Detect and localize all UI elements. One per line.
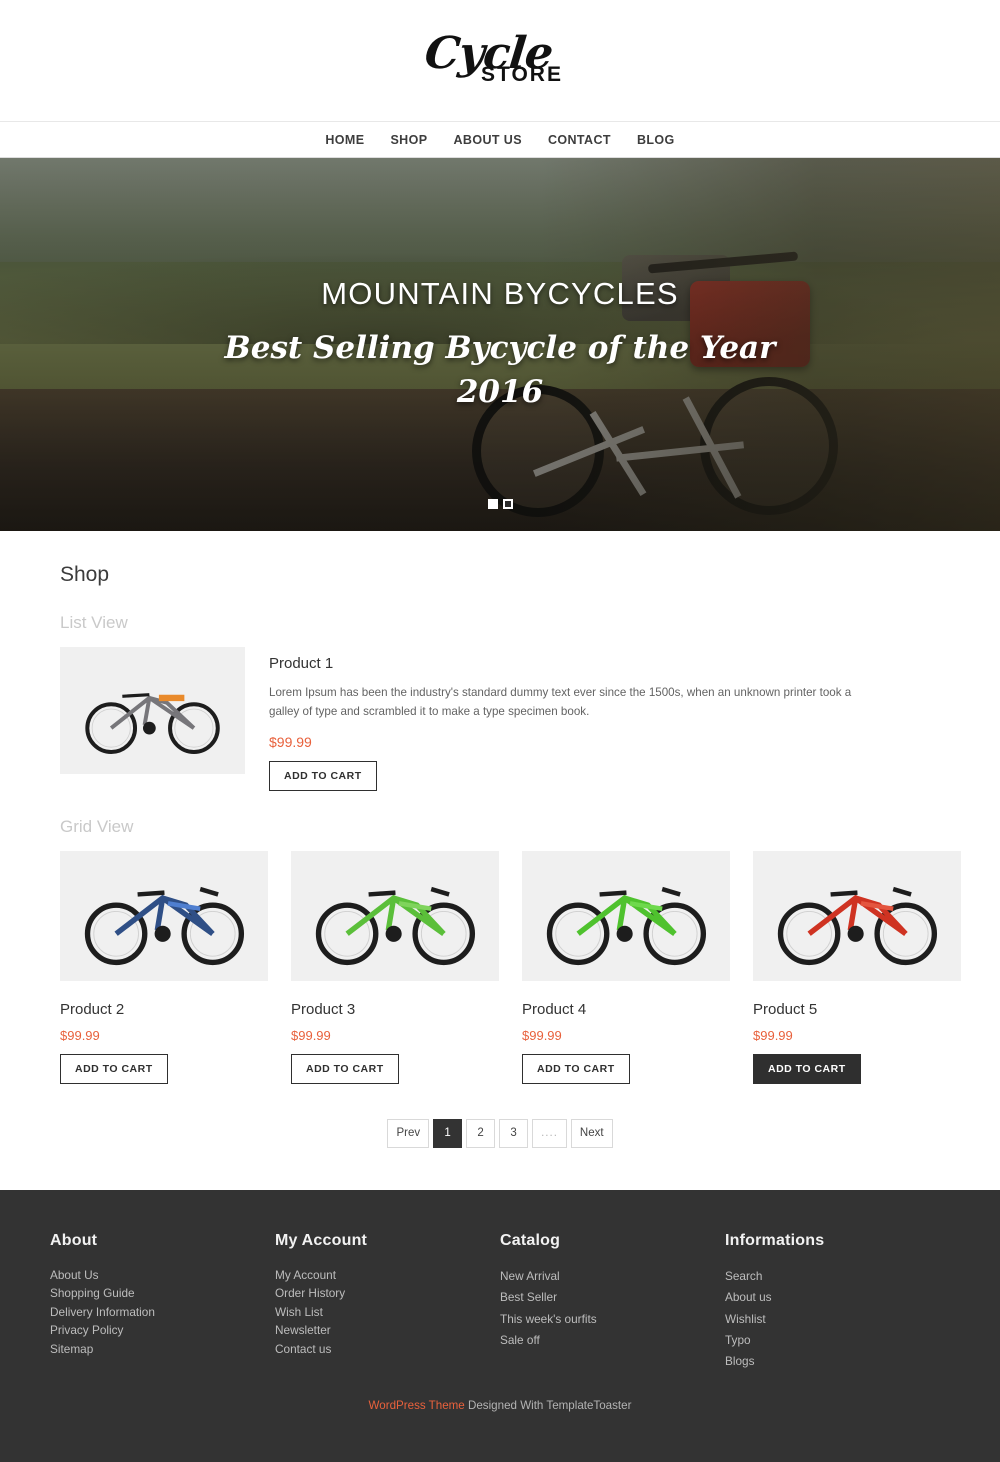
pagination-ellipsis[interactable]: .... — [532, 1118, 567, 1148]
wordpress-theme-link[interactable]: WordPress Theme — [369, 1399, 465, 1412]
shop-section: Shop List View Product 1 Lorem Ipsum has… — [0, 531, 1000, 1148]
carousel-dot-1[interactable] — [487, 499, 498, 509]
grid-view-products: Product 2 $99.99 ADD TO CART Product 3 $99.9… — [60, 850, 961, 1084]
product-price: $99.99 — [753, 1027, 793, 1043]
product-details: Product 1 Lorem Ipsum has been the indus… — [269, 647, 940, 791]
pagination-1[interactable]: 1 — [433, 1118, 463, 1148]
footer-link[interactable]: Best Seller — [500, 1287, 725, 1308]
site-logo[interactable]: Cycle STORE — [422, 28, 575, 92]
footer-link[interactable]: Newsletter — [275, 1321, 500, 1340]
product-image-thumbnail[interactable] — [753, 850, 961, 981]
footer-link[interactable]: This week's ourfits — [500, 1309, 725, 1330]
footer-credit-text: Designed With TemplateToaster — [464, 1398, 632, 1412]
site-footer: About About Us Shopping Guide Delivery Info… — [0, 1189, 1000, 1462]
hero-title: MOUNTAIN BYCYCLES — [321, 276, 679, 311]
footer-link[interactable]: Blogs — [725, 1351, 950, 1372]
product-card: Product 4 $99.99 ADD TO CART — [522, 850, 730, 1084]
list-view-label: List View — [60, 613, 128, 632]
site-header: Cycle STORE — [0, 0, 1000, 122]
product-image-thumbnail[interactable] — [291, 850, 499, 981]
add-to-cart-button[interactable]: ADD TO CART — [522, 1053, 630, 1084]
page-title: Shop — [60, 563, 110, 586]
footer-link[interactable]: Sale off — [500, 1330, 725, 1351]
bicycle-icon — [777, 886, 937, 965]
product-price: $99.99 — [522, 1027, 562, 1043]
footer-link[interactable]: Wishlist — [725, 1309, 950, 1330]
add-to-cart-button[interactable]: ADD TO CART — [60, 1053, 168, 1084]
product-description: Lorem Ipsum has been the industry's stan… — [269, 686, 852, 718]
footer-link[interactable]: My Account — [275, 1266, 500, 1285]
footer-column-informations: Informations Search About us Wishlist Typo Bl… — [725, 1232, 950, 1373]
hero-carousel: MOUNTAIN BYCYCLES Best Selling Bycycle o… — [0, 158, 1000, 531]
pagination-2[interactable]: 2 — [466, 1118, 496, 1148]
hero-subtitle: Best Selling Bycycle of the Year 2016 — [224, 330, 776, 411]
footer-link[interactable]: Privacy Policy — [50, 1321, 275, 1340]
pagination: Prev 1 2 3.... Next — [60, 1118, 940, 1148]
nav-item-about-us[interactable]: ABOUT US — [453, 133, 521, 147]
bicycle-icon — [85, 693, 220, 754]
product-image-thumbnail[interactable] — [522, 850, 730, 981]
footer-link[interactable]: About Us — [50, 1266, 275, 1285]
hero-carousel-indicators — [0, 499, 1000, 509]
footer-link[interactable]: New Arrival — [500, 1266, 725, 1287]
footer-link[interactable]: Sitemap — [50, 1340, 275, 1359]
footer-column-heading: My Account — [275, 1231, 368, 1249]
nav-item-blog[interactable]: BLOG — [637, 133, 675, 147]
list-view-product: Product 1 Lorem Ipsum has been the indus… — [60, 647, 940, 791]
bicycle-icon — [315, 886, 475, 965]
grid-view-label: Grid View — [60, 816, 134, 836]
footer-column-my-account: My Account My Account Order History Wish Li… — [275, 1232, 500, 1373]
footer-column-catalog: Catalog New Arrival Best Seller This week's… — [500, 1232, 725, 1373]
add-to-cart-button[interactable]: ADD TO CART — [753, 1053, 861, 1084]
carousel-dot-2[interactable] — [502, 499, 513, 509]
footer-link[interactable]: Delivery Information — [50, 1303, 275, 1322]
product-name: Product 5 — [753, 1000, 818, 1018]
nav-item-contact[interactable]: CONTACT — [548, 133, 611, 147]
add-to-cart-button[interactable]: ADD TO CART — [269, 760, 377, 791]
footer-link[interactable]: Contact us — [275, 1340, 500, 1359]
footer-columns: About About Us Shopping Guide Delivery Info… — [50, 1232, 950, 1373]
bicycle-icon — [84, 886, 244, 965]
footer-link[interactable]: Typo — [725, 1330, 950, 1351]
product-image-thumbnail[interactable] — [60, 850, 268, 981]
product-card: Product 5 $99.99 ADD TO CART — [753, 850, 961, 1084]
footer-credit: WordPress Theme Designed With TemplateTo… — [50, 1373, 950, 1412]
product-price: $99.99 — [291, 1027, 331, 1043]
footer-column-heading: Informations — [725, 1231, 825, 1249]
pagination-next[interactable]: Next — [570, 1118, 613, 1148]
product-card: Product 2 $99.99 ADD TO CART — [60, 850, 268, 1084]
footer-link[interactable]: Shopping Guide — [50, 1284, 275, 1303]
main-navigation: HOME SHOP ABOUT US CONTACT BLOG — [0, 122, 1000, 158]
product-image-thumbnail[interactable] — [60, 647, 245, 774]
hero-caption: MOUNTAIN BYCYCLES Best Selling Bycycle o… — [0, 276, 1000, 414]
product-name: Product 2 — [60, 1000, 125, 1018]
product-name: Product 4 — [522, 1000, 587, 1018]
logo-store-text: STORE — [481, 62, 563, 86]
footer-column-heading: About — [50, 1231, 98, 1249]
product-name: Product 1 — [269, 655, 334, 672]
product-price: $99.99 — [269, 733, 312, 750]
footer-column-heading: Catalog — [500, 1231, 561, 1249]
nav-item-home[interactable]: HOME — [325, 133, 364, 147]
footer-link[interactable]: Wish List — [275, 1303, 500, 1322]
bicycle-icon — [546, 886, 706, 965]
footer-column-about: About About Us Shopping Guide Delivery Info… — [50, 1232, 275, 1373]
add-to-cart-button[interactable]: ADD TO CART — [291, 1053, 399, 1084]
product-price: $99.99 — [60, 1027, 100, 1043]
pagination-3[interactable]: 3 — [499, 1118, 529, 1148]
product-card: Product 3 $99.99 ADD TO CART — [291, 850, 499, 1084]
product-name: Product 3 — [291, 1000, 356, 1018]
footer-link[interactable]: Search — [725, 1266, 950, 1287]
footer-link[interactable]: About us — [725, 1287, 950, 1308]
pagination-prev[interactable]: Prev — [387, 1118, 430, 1148]
nav-item-shop[interactable]: SHOP — [390, 133, 427, 147]
footer-link[interactable]: Order History — [275, 1284, 500, 1303]
